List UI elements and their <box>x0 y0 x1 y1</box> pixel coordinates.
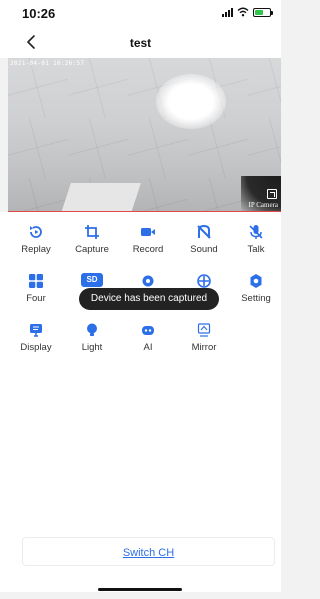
sound-label: Sound <box>190 244 218 255</box>
record-label: Record <box>132 244 164 255</box>
setting-button[interactable]: Setting <box>228 273 284 304</box>
home-indicator <box>98 588 182 591</box>
video-watermark: IP Camera <box>248 201 278 209</box>
toast-message: Device has been captured <box>79 288 219 310</box>
crosshair-button[interactable] <box>176 273 232 289</box>
nav-bar: test <box>0 26 281 58</box>
wifi-icon <box>237 7 249 17</box>
sd-button[interactable]: SD <box>64 273 120 287</box>
ceiling-light <box>156 74 226 129</box>
mirror-label: Mirror <box>191 342 217 353</box>
switch-ch-label: Switch CH <box>122 547 175 559</box>
crop-icon <box>85 225 99 239</box>
gear-button[interactable] <box>120 273 176 289</box>
light-label: Light <box>81 342 103 353</box>
mic-off-icon <box>249 225 263 239</box>
bulb-icon <box>87 323 97 336</box>
robot-icon <box>142 326 154 335</box>
display-button[interactable]: Display <box>8 322 64 353</box>
wall-object <box>61 183 141 211</box>
record-button[interactable]: Record <box>120 224 176 255</box>
controls-row-1: Replay Capture Record Sound Talk <box>0 224 281 264</box>
setting-label: Setting <box>241 293 271 304</box>
video-camera-icon <box>141 228 155 236</box>
capture-label: Capture <box>75 244 109 255</box>
sd-badge-icon: SD <box>81 273 103 287</box>
status-icons <box>222 7 273 17</box>
replay-button[interactable]: Replay <box>8 224 64 255</box>
camera-video-view[interactable]: 2021-04-01 10:26:57 IP Camera <box>8 58 281 212</box>
four-button[interactable]: Four <box>8 273 64 304</box>
display-icon <box>30 324 42 337</box>
talk-label: Talk <box>247 244 265 255</box>
battery-icon <box>253 7 273 17</box>
capture-button[interactable]: Capture <box>64 224 120 255</box>
mirror-button[interactable]: Mirror <box>176 322 232 353</box>
fullscreen-icon[interactable] <box>267 189 277 199</box>
sd-badge-text: SD <box>86 275 98 284</box>
talk-button[interactable]: Talk <box>228 224 284 255</box>
switch-ch-button[interactable]: Switch CH <box>22 537 275 566</box>
grid-icon <box>29 274 43 288</box>
page-title: test <box>129 36 152 50</box>
light-button[interactable]: Light <box>64 322 120 353</box>
replay-label: Replay <box>21 244 51 255</box>
four-label: Four <box>26 293 46 304</box>
signal-icon <box>222 7 233 17</box>
sound-button[interactable]: Sound <box>176 224 232 255</box>
ai-button[interactable]: AI <box>120 322 176 353</box>
replay-icon <box>30 226 42 238</box>
mirror-icon <box>197 323 211 337</box>
settings-icon <box>250 274 262 288</box>
sound-icon <box>197 224 211 239</box>
status-bar: 10:26 <box>0 0 281 26</box>
gear-icon <box>142 275 154 287</box>
display-label: Display <box>20 342 52 353</box>
controls-row-3: Display Light AI Mirror <box>0 322 281 362</box>
status-time: 10:26 <box>22 6 56 21</box>
ai-label: AI <box>143 342 153 353</box>
controls-panel: Replay Capture Record Sound Talk Four SD… <box>0 212 281 592</box>
crosshair-icon <box>197 274 211 288</box>
video-timestamp: 2021-04-01 10:26:57 <box>10 60 85 67</box>
